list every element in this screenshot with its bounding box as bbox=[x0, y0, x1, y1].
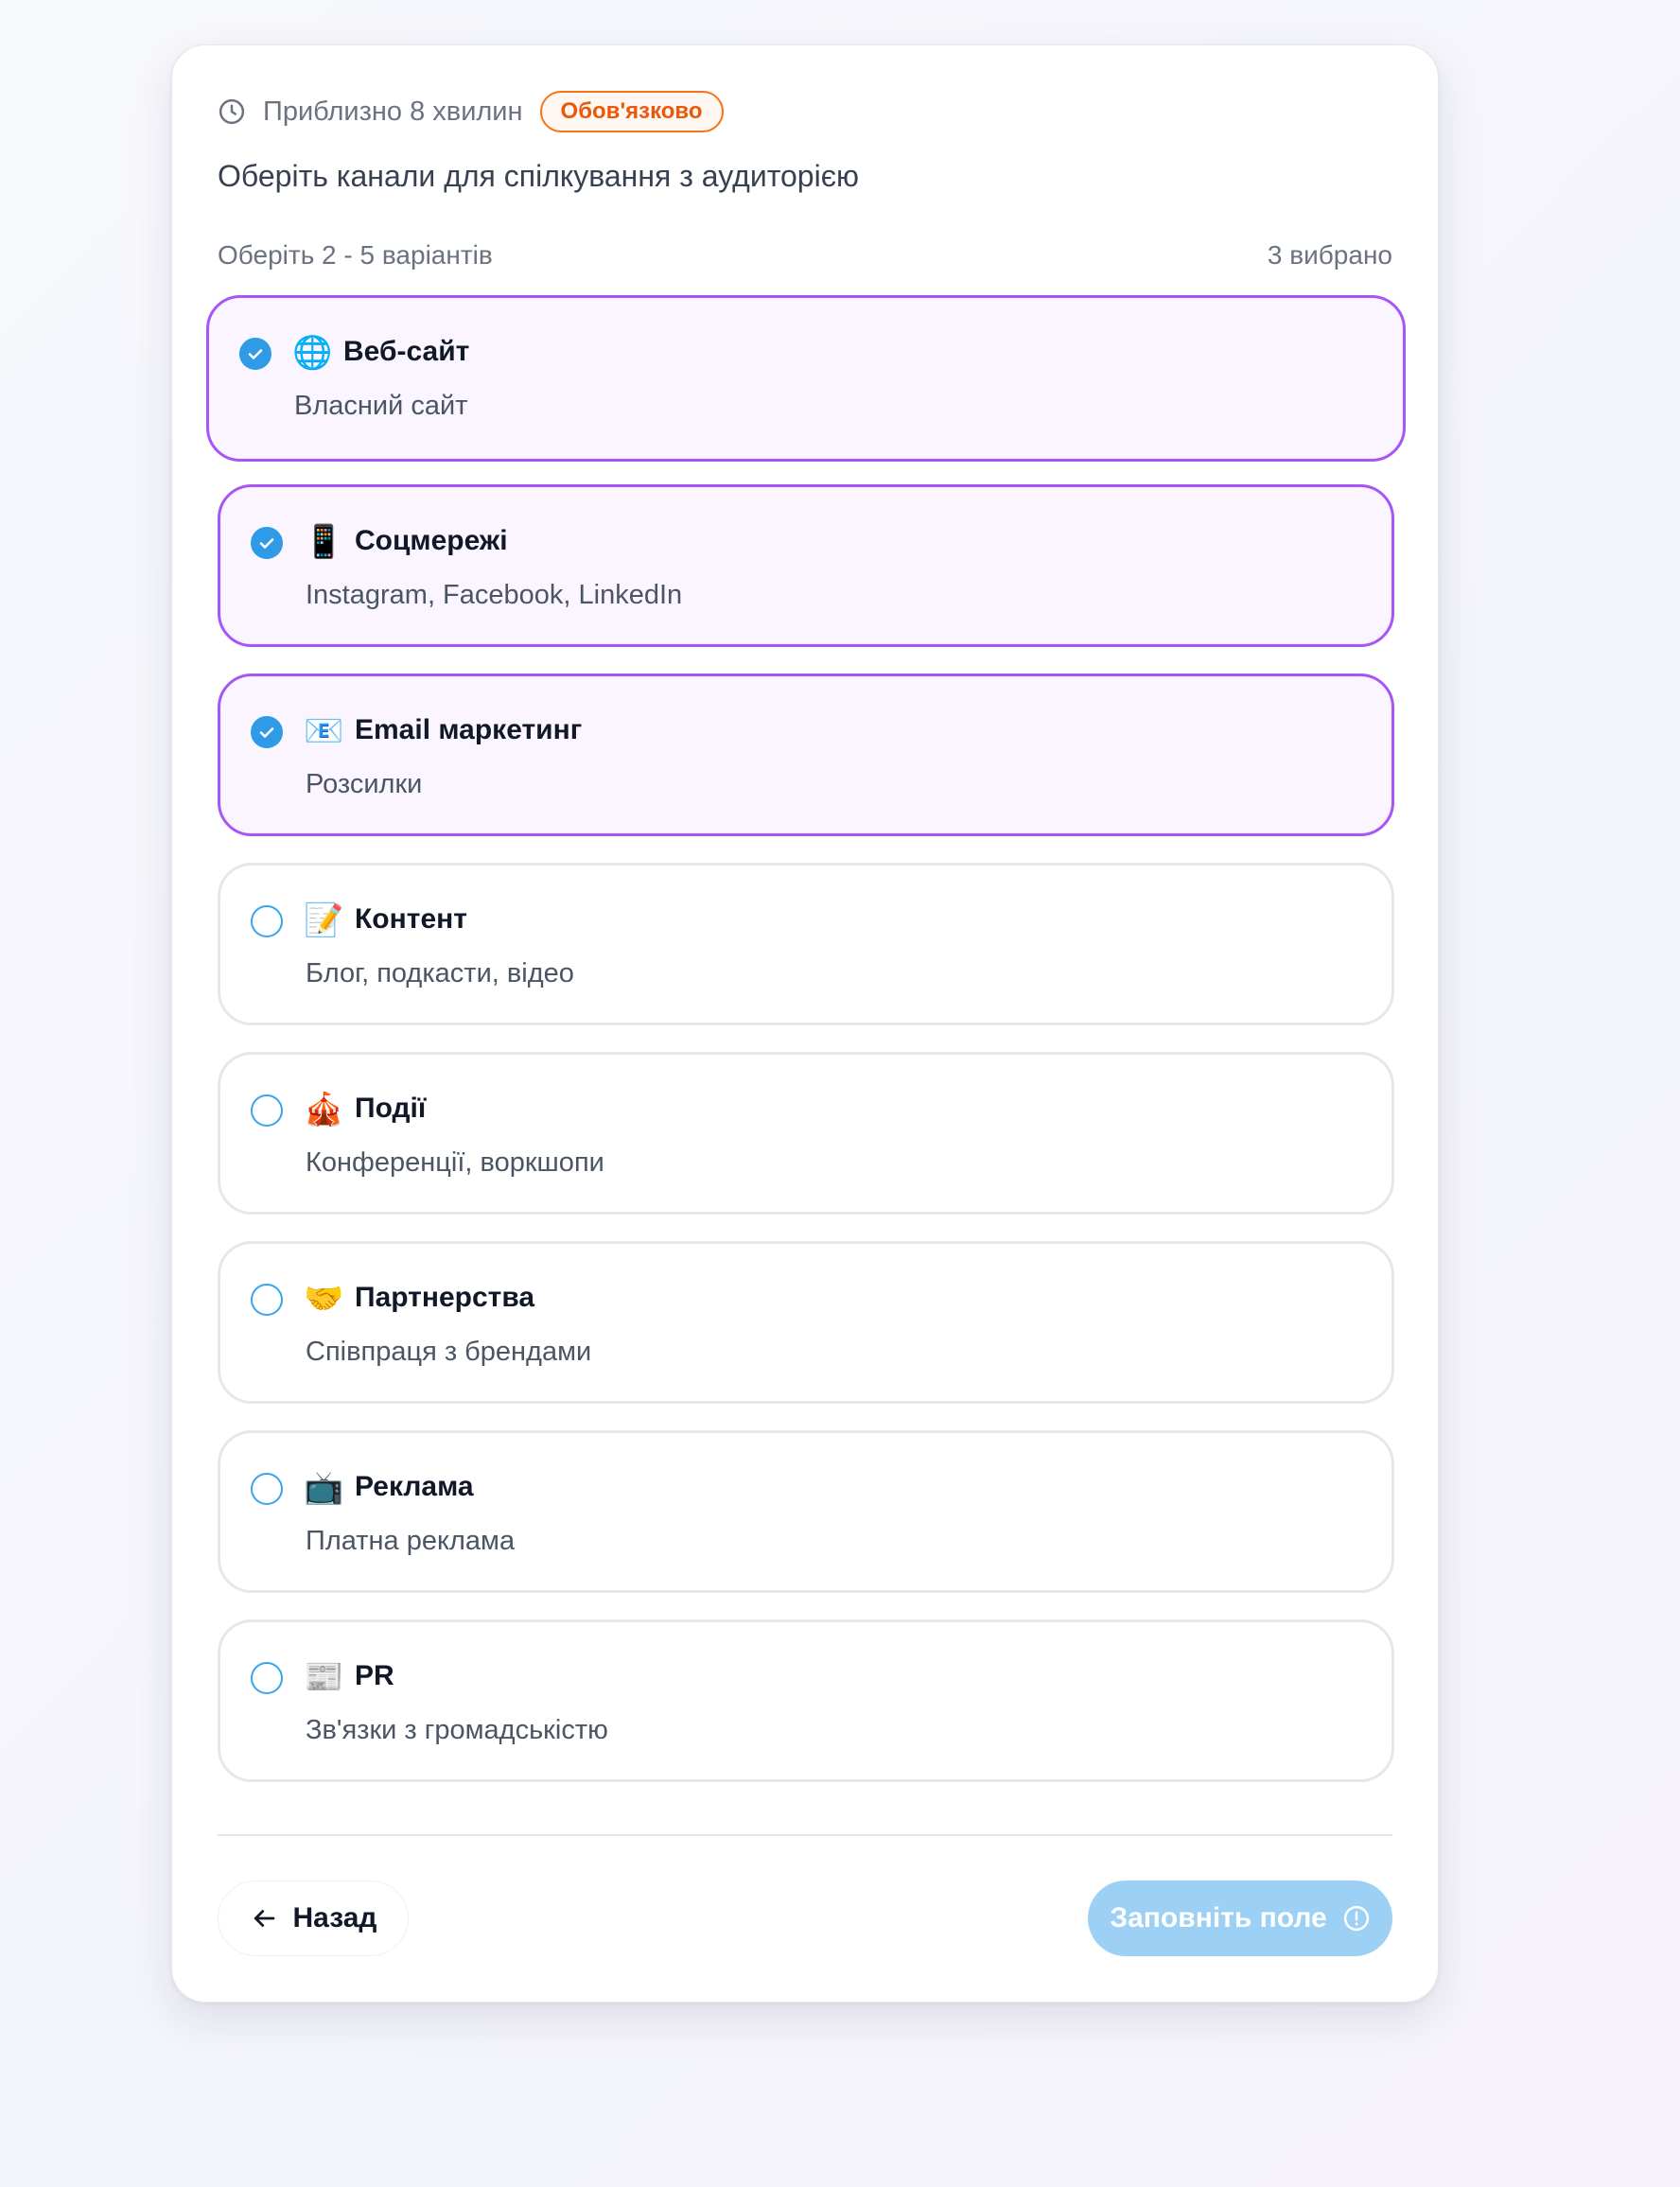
option-email[interactable]: 📧 Email маркетинг Розсилки bbox=[218, 674, 1394, 836]
selection-hint-row: Оберіть 2 - 5 варіантів 3 вибрано bbox=[218, 240, 1392, 271]
option-title: Партнерства bbox=[355, 1282, 535, 1313]
option-emoji-icon: 📱 bbox=[304, 524, 344, 560]
option-events[interactable]: 🎪 Події Конференції, воркшопи bbox=[218, 1052, 1394, 1215]
option-title: PR bbox=[355, 1660, 394, 1691]
option-description: Конференції, воркшопи bbox=[306, 1147, 604, 1178]
required-badge: Обов'язково bbox=[539, 91, 724, 132]
arrow-left-icon bbox=[254, 1910, 274, 1927]
submit-button[interactable]: Заповніть поле bbox=[1088, 1881, 1392, 1956]
unchecked-checkbox[interactable] bbox=[251, 1094, 283, 1127]
selected-count: 3 вибрано bbox=[1267, 240, 1392, 270]
option-description: Instagram, Facebook, LinkedIn bbox=[306, 580, 683, 610]
option-title: Соцмережі bbox=[355, 525, 508, 556]
option-pr[interactable]: 📰 PR Зв'язки з громадськістю bbox=[218, 1619, 1394, 1782]
option-website[interactable]: 🌐 Веб-сайт Власний сайт bbox=[206, 295, 1406, 462]
option-content[interactable]: 📝 Контент Блог, подкасти, відео bbox=[218, 863, 1394, 1025]
option-title: Email маркетинг bbox=[355, 714, 583, 745]
unchecked-checkbox[interactable] bbox=[251, 1473, 283, 1505]
checked-checkbox[interactable] bbox=[251, 527, 283, 559]
unchecked-checkbox[interactable] bbox=[251, 1662, 283, 1694]
option-ads[interactable]: 📺 Реклама Платна реклама bbox=[218, 1430, 1394, 1593]
option-description: Власний сайт bbox=[294, 391, 468, 421]
option-emoji-icon: 🎪 bbox=[304, 1092, 344, 1128]
option-partnerships[interactable]: 🤝 Партнерства Співпраця з брендами bbox=[218, 1241, 1394, 1404]
check-icon bbox=[248, 349, 263, 359]
option-emoji-icon: 📺 bbox=[304, 1470, 344, 1506]
unchecked-checkbox[interactable] bbox=[251, 1284, 283, 1316]
submit-button-label: Заповніть поле bbox=[1110, 1902, 1327, 1933]
check-icon bbox=[259, 727, 274, 738]
option-emoji-icon: 📝 bbox=[304, 902, 344, 938]
time-estimate: Приблизно 8 хвилин bbox=[263, 96, 523, 127]
checked-checkbox[interactable] bbox=[239, 338, 271, 370]
clock-icon bbox=[219, 98, 245, 125]
question-card: Приблизно 8 хвилин Обов'язково Оберіть к… bbox=[171, 44, 1439, 2003]
footer-divider bbox=[218, 1834, 1392, 1836]
option-title: Веб-сайт bbox=[343, 336, 470, 367]
option-description: Зв'язки з громадськістю bbox=[306, 1715, 608, 1745]
option-social[interactable]: 📱 Соцмережі Instagram, Facebook, LinkedIn bbox=[218, 484, 1394, 647]
option-emoji-icon: 🌐 bbox=[292, 335, 333, 371]
checked-checkbox[interactable] bbox=[251, 716, 283, 748]
option-description: Співпраця з брендами bbox=[306, 1337, 592, 1367]
option-emoji-icon: 🤝 bbox=[304, 1281, 344, 1317]
question-meta: Приблизно 8 хвилин Обов'язково bbox=[218, 91, 724, 132]
question-text: Оберіть канали для спілкування з аудитор… bbox=[218, 159, 860, 193]
option-title: Контент bbox=[355, 903, 467, 935]
option-emoji-icon: 📧 bbox=[304, 713, 344, 749]
option-description: Блог, подкасти, відео bbox=[306, 958, 574, 989]
option-description: Розсилки bbox=[306, 769, 423, 799]
selection-hint: Оберіть 2 - 5 варіантів bbox=[218, 240, 493, 270]
option-title: Реклама bbox=[355, 1471, 474, 1502]
option-title: Події bbox=[355, 1093, 427, 1124]
check-icon bbox=[259, 538, 274, 549]
back-button-label: Назад bbox=[292, 1902, 377, 1933]
back-button[interactable]: Назад bbox=[218, 1881, 409, 1956]
option-description: Платна реклама bbox=[306, 1526, 516, 1556]
info-circle-icon bbox=[1343, 1905, 1369, 1932]
unchecked-checkbox[interactable] bbox=[251, 905, 283, 937]
option-emoji-icon: 📰 bbox=[304, 1659, 344, 1695]
